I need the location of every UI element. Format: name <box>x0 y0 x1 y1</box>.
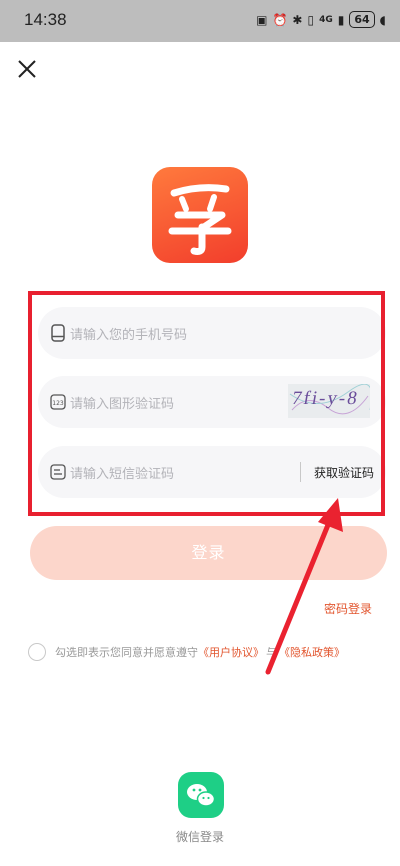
bluetooth-icon: ✱ <box>292 12 303 27</box>
wechat-icon <box>187 784 216 807</box>
battery-level: 64 <box>349 11 375 28</box>
status-icons: ▣ ⏰ ✱ ▯ 4G ▮ 64 ◖ <box>256 11 386 28</box>
close-icon[interactable] <box>16 58 38 80</box>
alarm-icon: ⏰ <box>272 12 288 27</box>
vibrate-icon: ▯ <box>307 12 315 27</box>
app-logo <box>152 167 248 263</box>
login-button[interactable]: 登录 <box>30 526 387 580</box>
status-time: 14:38 <box>24 10 67 29</box>
highlight-box <box>28 291 385 516</box>
logo-glyph-icon <box>168 184 232 255</box>
leaf-icon: ◖ <box>379 12 386 27</box>
user-agreement-link[interactable]: 《用户协议》 <box>198 644 264 660</box>
network-label: 4G <box>319 14 333 25</box>
agreement-row: 勾选即表示您同意并愿意遵守 《用户协议》 与 《隐私政策》 <box>28 643 345 661</box>
password-login-link[interactable]: 密码登录 <box>324 600 372 617</box>
status-bar: 14:38 ▣ ⏰ ✱ ▯ 4G ▮ 64 ◖ <box>0 0 400 42</box>
agreement-prefix: 勾选即表示您同意并愿意遵守 <box>55 646 198 659</box>
signal-icon: ▮ <box>337 12 345 27</box>
nfc-icon: ▣ <box>256 12 268 27</box>
wechat-login-label: 微信登录 <box>175 830 224 844</box>
agreement-and: 与 <box>266 646 277 659</box>
privacy-policy-link[interactable]: 《隐私政策》 <box>279 644 345 660</box>
wechat-login-button[interactable] <box>178 772 224 818</box>
agree-checkbox[interactable] <box>28 643 46 661</box>
